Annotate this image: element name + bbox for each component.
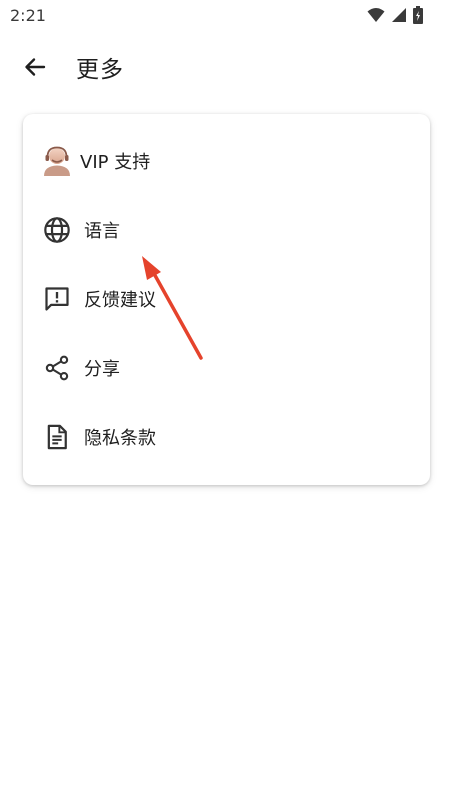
menu-label-feedback: 反馈建议 [84, 290, 156, 311]
menu-label-privacy: 隐私条款 [84, 428, 156, 449]
menu-label-language: 语言 [84, 221, 120, 242]
share-icon [41, 352, 73, 384]
menu-item-privacy[interactable]: 隐私条款 [23, 403, 430, 471]
menu-label-share: 分享 [84, 359, 120, 380]
feedback-icon [41, 283, 73, 315]
page-title: 更多 [76, 57, 124, 83]
menu-label-vip-support: VIP 支持 [80, 152, 151, 173]
back-button[interactable] [16, 48, 54, 86]
menu-item-feedback[interactable]: 反馈建议 [23, 265, 430, 333]
status-time: 2:21 [10, 6, 46, 25]
status-icons [367, 6, 423, 24]
status-bar: 2:21 [0, 0, 453, 32]
menu-card: VIP 支持 语言 反馈建议 分享 隐私条款 [23, 114, 430, 485]
arrow-left-icon [25, 58, 46, 76]
menu-item-language[interactable]: 语言 [23, 196, 430, 264]
menu-item-vip-support[interactable]: VIP 支持 [23, 127, 430, 195]
support-agent-icon [41, 145, 73, 177]
menu-item-share[interactable]: 分享 [23, 334, 430, 402]
signal-icon [392, 8, 406, 22]
battery-icon [413, 6, 423, 24]
globe-icon [41, 214, 73, 246]
wifi-icon [367, 8, 385, 22]
document-icon [41, 421, 73, 453]
app-bar: 更多 [0, 40, 453, 92]
